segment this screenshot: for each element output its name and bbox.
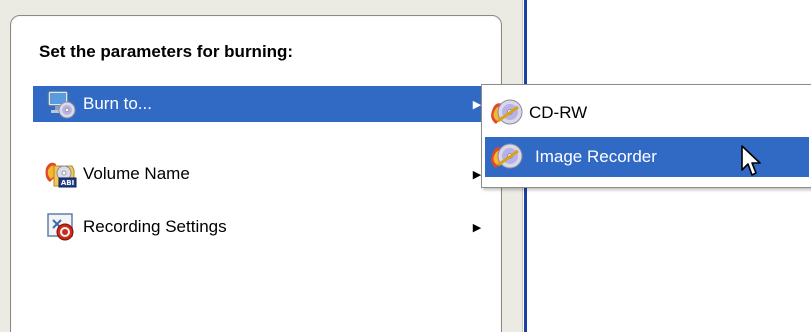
disc-folder-abi-icon: ABI (41, 156, 81, 192)
menu-item-burn-to[interactable]: Burn to... ▶ (33, 86, 495, 122)
menu-item-label: Volume Name (83, 164, 190, 183)
menu-item-recording-settings[interactable]: Recording Settings ▶ (33, 209, 495, 245)
menu-item-volume-name[interactable]: ABI Volume Name ▶ (33, 156, 495, 192)
submenu-item-cd-rw[interactable]: CD-RW (485, 93, 809, 133)
mouse-pointer-icon (741, 145, 761, 176)
computer-disc-icon (41, 86, 81, 122)
panel-title: Set the parameters for burning: (39, 42, 294, 61)
cd-burn-icon (485, 93, 529, 133)
submenu-item-label: Image Recorder (535, 147, 657, 166)
menu-item-label: Recording Settings (83, 217, 227, 236)
recording-settings-icon (41, 209, 81, 245)
menu-item-label: Burn to... (83, 94, 152, 113)
submenu-item-label: CD-RW (529, 103, 588, 122)
burn-parameters-panel: Set the parameters for burning: Burn to.… (10, 15, 502, 332)
screen: Set the parameters for burning: Burn to.… (0, 0, 811, 332)
svg-text:ABI: ABI (61, 179, 74, 187)
submenu-arrow-icon: ▶ (472, 221, 482, 234)
cd-burn-icon (485, 137, 529, 177)
